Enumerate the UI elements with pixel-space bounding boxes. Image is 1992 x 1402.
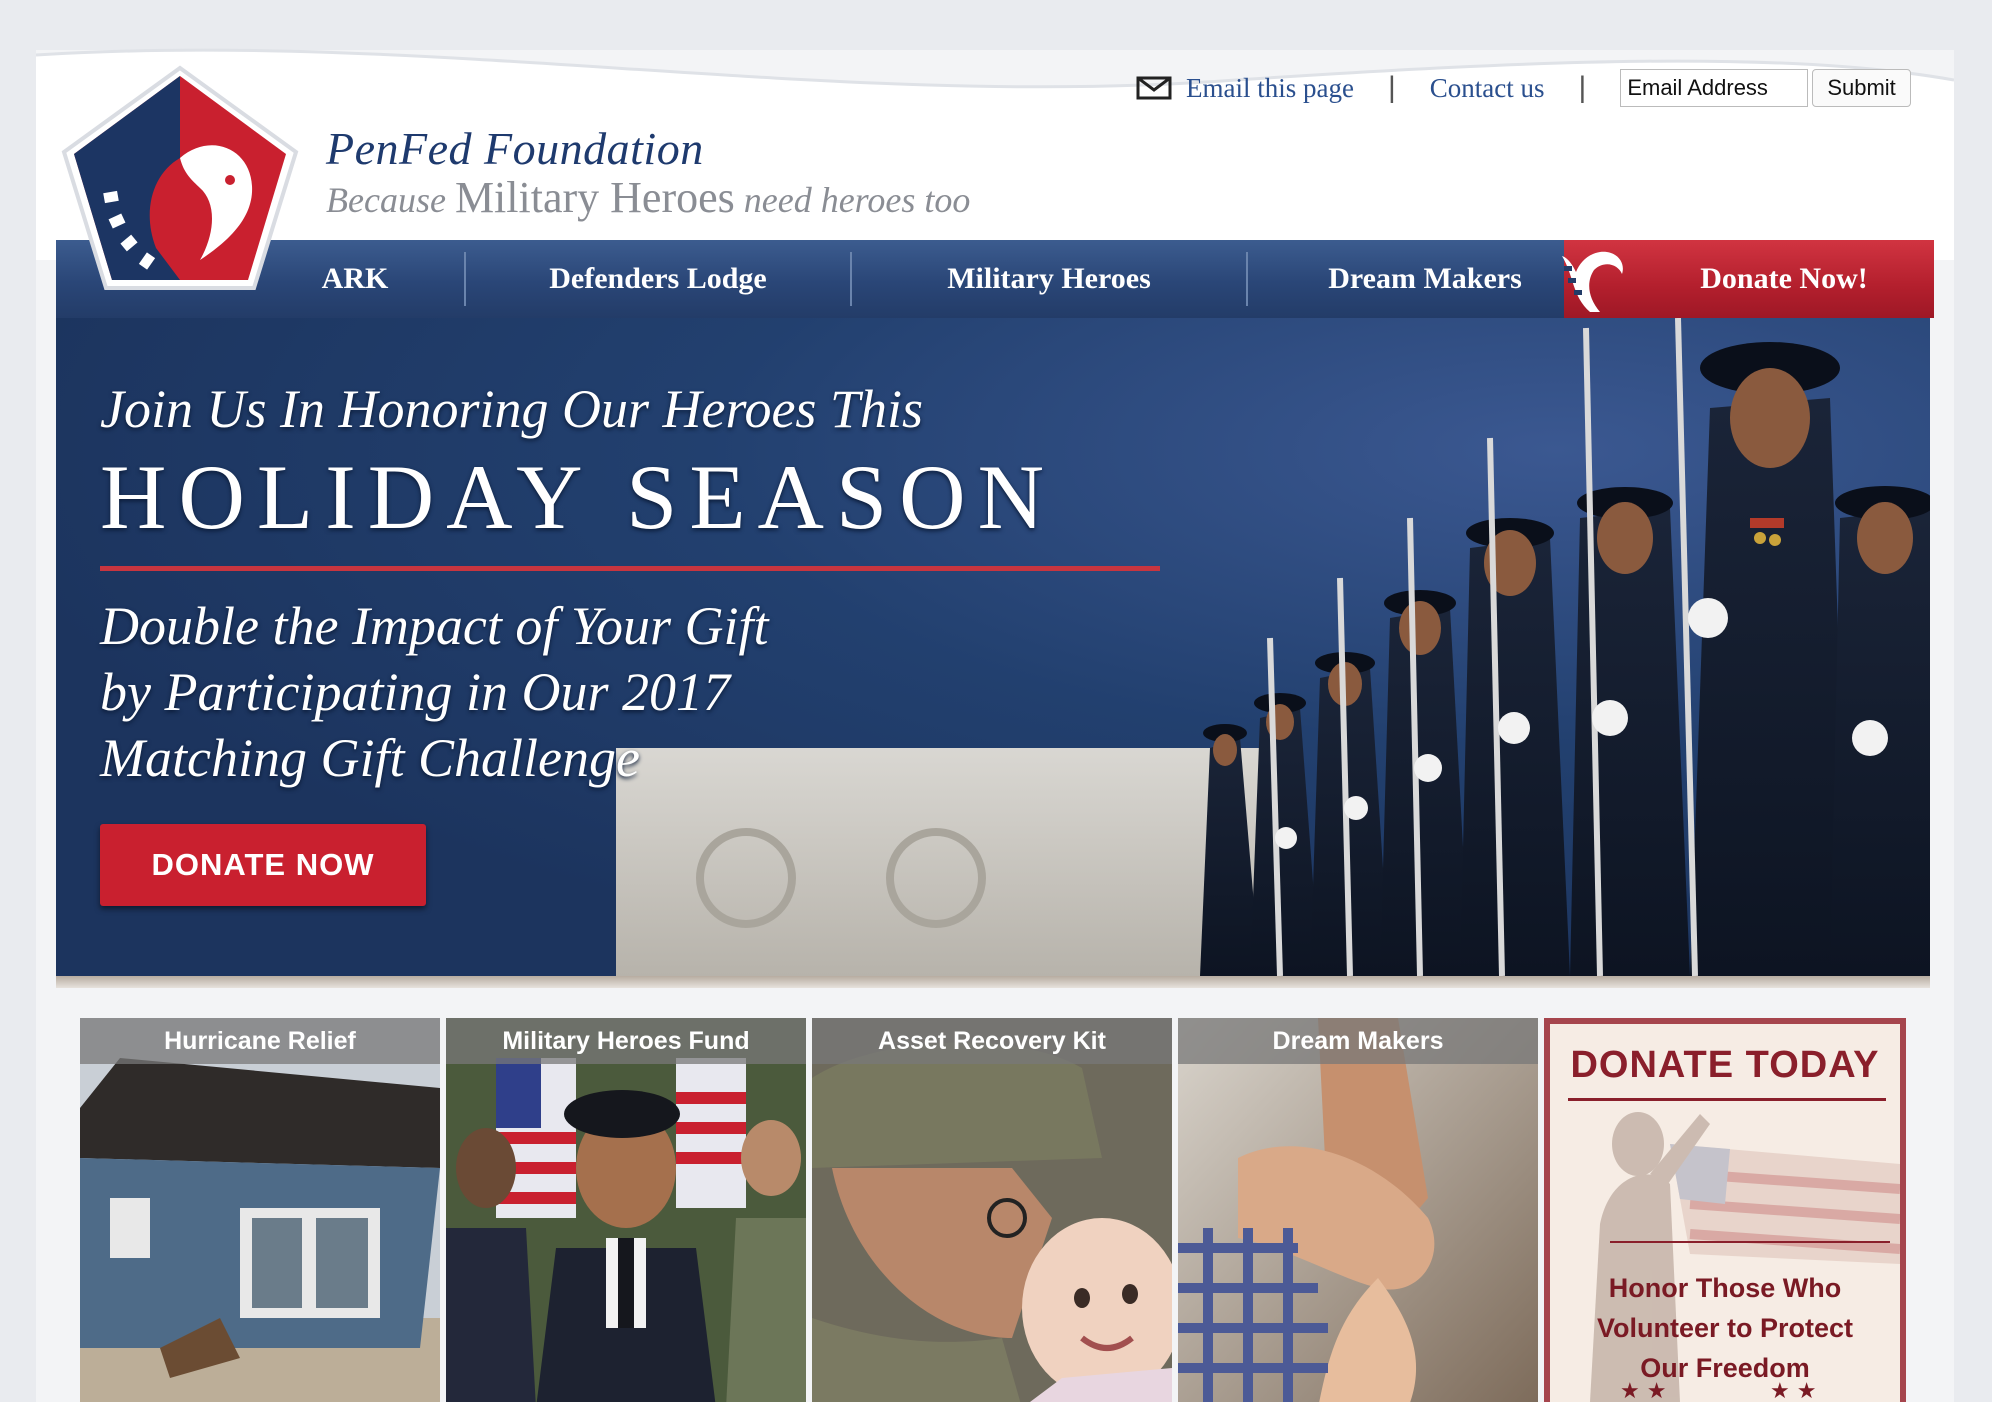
donate-now-nav-button[interactable]: Donate Now! xyxy=(1562,240,1934,318)
hero-copy: Join Us In Honoring Our Heroes This HOLI… xyxy=(100,378,1160,791)
tile-hurricane-relief[interactable]: Hurricane Relief xyxy=(80,1018,440,1402)
tagline-main: Military Heroes xyxy=(454,173,735,222)
nav-item-dream-makers[interactable]: Dream Makers xyxy=(1248,252,1604,306)
tagline-pre: Because xyxy=(326,180,446,220)
soldiers-ceremony-photo xyxy=(446,1018,806,1402)
hero-subheading: Double the Impact of Your Gift by Partic… xyxy=(100,593,1160,791)
hero-sub-line-3: Matching Gift Challenge xyxy=(100,728,640,788)
soldier-with-baby-photo xyxy=(812,1018,1172,1402)
donate-line-2: Volunteer to Protect xyxy=(1596,1313,1854,1343)
tile-label: Asset Recovery Kit xyxy=(812,1018,1172,1064)
tile-donate-today[interactable]: ★ ★ ★ ★ DONATE TODAY Honor Those Who Vol… xyxy=(1544,1018,1906,1402)
hero-sub-line-2: by Participating in Our 2017 xyxy=(100,662,730,722)
envelope-icon xyxy=(1136,76,1172,100)
separator: | xyxy=(1578,71,1587,104)
tagline-post: need heroes too xyxy=(743,180,971,220)
hero-divider xyxy=(100,566,1160,571)
holding-hands-photo xyxy=(1178,1018,1538,1402)
wreath-carving xyxy=(696,828,796,928)
donate-now-label: Donate Now! xyxy=(1700,262,1868,295)
tile-label: Hurricane Relief xyxy=(80,1018,440,1064)
contact-us-link[interactable]: Contact us xyxy=(1430,73,1545,104)
email-this-page-link[interactable]: Email this page xyxy=(1186,73,1354,104)
tagline: Because Military Heroes need heroes too xyxy=(326,172,970,223)
donate-message: Honor Those Who Volunteer to Protect Our… xyxy=(1550,1268,1900,1388)
tile-label: Dream Makers xyxy=(1178,1018,1538,1064)
damaged-house-photo xyxy=(80,1018,440,1402)
penfed-logo[interactable] xyxy=(60,62,300,294)
separator: | xyxy=(1387,71,1396,104)
tile-dream-makers[interactable]: Dream Makers xyxy=(1178,1018,1538,1402)
eagle-icon xyxy=(1562,251,1623,312)
donate-divider xyxy=(1568,1098,1886,1101)
email-address-input[interactable] xyxy=(1620,69,1809,107)
tile-asset-recovery-kit[interactable]: Asset Recovery Kit xyxy=(812,1018,1172,1402)
hero-line-1: Join Us In Honoring Our Heroes This xyxy=(100,379,923,439)
hero-donate-button[interactable]: DONATE NOW xyxy=(100,824,426,906)
brand-name[interactable]: PenFed Foundation xyxy=(326,122,704,175)
hero-banner[interactable]: Join Us In Honoring Our Heroes This HOLI… xyxy=(56,318,1930,976)
nav-item-military-heroes[interactable]: Military Heroes xyxy=(852,252,1248,306)
donate-line-1: Honor Those Who xyxy=(1608,1273,1842,1303)
honor-guard-photo xyxy=(1200,318,1930,976)
donate-line-3: Our Freedom xyxy=(1640,1353,1810,1383)
hero-sub-line-1: Double the Impact of Your Gift xyxy=(100,596,769,656)
nav-item-defenders-lodge[interactable]: Defenders Lodge xyxy=(466,252,852,306)
hero-line-2: HOLIDAY SEASON xyxy=(100,446,1057,548)
hero-shadow xyxy=(56,976,1930,988)
submit-button[interactable]: Submit xyxy=(1812,69,1911,107)
tile-label: Military Heroes Fund xyxy=(446,1018,806,1064)
donate-today-title: DONATE TODAY xyxy=(1570,1044,1880,1086)
tile-military-heroes-fund[interactable]: Military Heroes Fund xyxy=(446,1018,806,1402)
main-nav: ARK Defenders Lodge Military Heroes Drea… xyxy=(56,240,1934,318)
wreath-carving xyxy=(886,828,986,928)
utility-bar: Email this page | Contact us | Submit xyxy=(1136,66,1911,110)
program-tiles: Hurricane Relief Military Heroes Fund As… xyxy=(80,1018,1906,1402)
